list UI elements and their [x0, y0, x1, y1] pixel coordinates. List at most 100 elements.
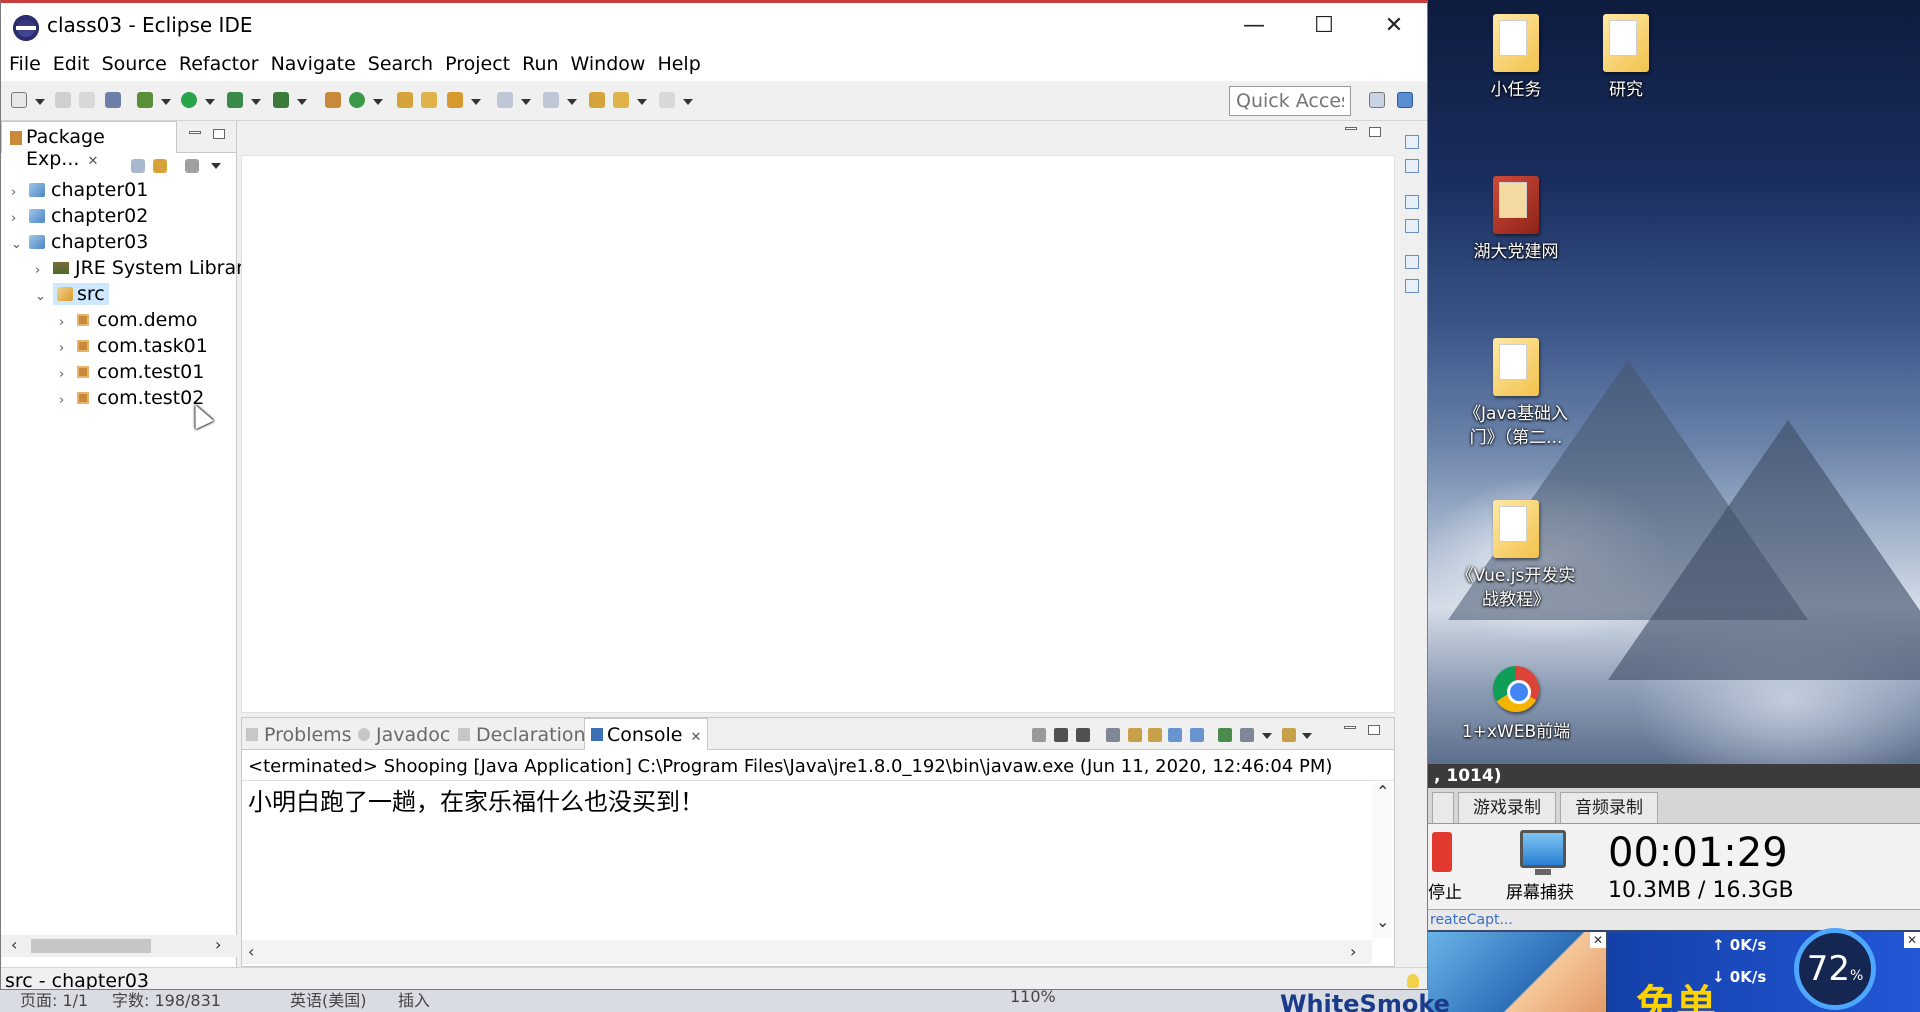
maximize-view-icon[interactable] [213, 129, 225, 139]
open-console-icon[interactable] [1282, 728, 1296, 742]
minimize-button[interactable]: — [1219, 3, 1289, 49]
external-tools-icon[interactable] [273, 92, 289, 108]
console-output[interactable]: 小明白跑了一趟，在家乐福什么也没买到！ [248, 782, 704, 817]
scroll-right-icon[interactable]: › [215, 935, 221, 954]
collapse-all-icon[interactable] [131, 159, 145, 173]
desktop-icon-xiaorenwu[interactable]: 小任务 [1456, 14, 1576, 102]
tab-console[interactable]: Console ✕ [584, 718, 709, 750]
remove-all-terminated-icon[interactable] [1076, 728, 1090, 742]
coverage-icon[interactable] [227, 92, 243, 108]
menu-search[interactable]: Search [368, 49, 439, 81]
ad-close-icon[interactable]: ✕ [1590, 932, 1606, 948]
menu-help[interactable]: Help [657, 49, 706, 81]
menu-navigate[interactable]: Navigate [271, 49, 362, 81]
chevron-down-icon[interactable]: ⌄ [11, 232, 22, 258]
desktop-icon-java-book[interactable]: 《Java基础入门》（第二... [1456, 338, 1576, 450]
menu-refactor[interactable]: Refactor [179, 49, 265, 81]
scroll-right-icon[interactable]: › [1350, 942, 1356, 961]
forward-icon[interactable] [659, 92, 675, 108]
focus-icon[interactable] [185, 159, 199, 173]
editor-canvas[interactable] [241, 155, 1395, 713]
open-perspective-icon[interactable] [1369, 92, 1385, 108]
outline-icon[interactable] [1405, 159, 1419, 173]
save-all-icon[interactable] [79, 92, 95, 108]
new-java-class-icon[interactable] [349, 92, 365, 108]
open-task-icon[interactable] [421, 92, 437, 108]
menu-window[interactable]: Window [571, 49, 652, 81]
chevron-right-icon[interactable]: › [59, 388, 69, 414]
tree-item-com-test02[interactable]: › com.test02 [59, 385, 204, 411]
chevron-down-icon[interactable] [1262, 733, 1272, 739]
restore-icon[interactable] [1405, 135, 1419, 149]
tree-item-com-test01[interactable]: › com.test01 [59, 359, 204, 385]
back-icon[interactable] [613, 92, 629, 108]
chevron-down-icon[interactable] [297, 99, 307, 105]
open-type-icon[interactable] [397, 92, 413, 108]
menu-source[interactable]: Source [102, 49, 173, 81]
scroll-down-icon[interactable]: ⌄ [1376, 912, 1389, 931]
horizontal-scrollbar[interactable]: ‹ › [242, 940, 1372, 964]
maximize-view-icon[interactable] [1368, 725, 1380, 735]
tree-item-com-demo[interactable]: › com.demo [59, 307, 198, 333]
stop-label[interactable]: 停止 [1428, 878, 1462, 903]
new-icon[interactable] [11, 92, 27, 108]
minimize-editor-icon[interactable] [1345, 127, 1357, 130]
run-icon[interactable] [181, 92, 197, 108]
chevron-down-icon[interactable] [471, 99, 481, 105]
advertisement-left[interactable]: ✕ [1428, 932, 1606, 1012]
stop-icon[interactable] [1432, 832, 1452, 872]
scroll-left-icon[interactable]: ‹ [248, 942, 254, 961]
menu-run[interactable]: Run [522, 49, 564, 81]
desktop-icon-web-frontend[interactable]: 1+xWEB前端 [1456, 660, 1576, 744]
desktop-icon-vue-book[interactable]: 《Vue.js开发实战教程》 [1456, 500, 1576, 612]
debug-icon[interactable] [137, 92, 153, 108]
chevron-down-icon[interactable] [683, 99, 693, 105]
monitor-icon[interactable] [1520, 830, 1566, 875]
show-on-stderr-icon[interactable] [1190, 728, 1204, 742]
tree-item-chapter03[interactable]: ⌄ chapter03 [11, 229, 148, 255]
tree-item-chapter02[interactable]: › chapter02 [11, 203, 148, 229]
tree-item-jre-system-library[interactable]: › JRE System Library [35, 255, 255, 281]
link-with-editor-icon[interactable] [153, 159, 167, 173]
scrollbar-thumb[interactable] [31, 939, 151, 953]
tab-problems[interactable]: Problems [246, 724, 352, 746]
hierarchy-icon[interactable] [1405, 279, 1419, 293]
maximize-editor-icon[interactable] [1369, 127, 1381, 137]
desktop-icon-hudadangjian[interactable]: 湖大党建网 [1456, 176, 1576, 264]
show-on-stdout-icon[interactable] [1168, 728, 1182, 742]
tree-item-com-task01[interactable]: › com.task01 [59, 333, 208, 359]
menu-edit[interactable]: Edit [53, 49, 96, 81]
java-perspective-icon[interactable] [1397, 92, 1413, 108]
clear-console-icon[interactable] [1106, 728, 1120, 742]
capture-label[interactable]: 屏幕捕获 [1506, 878, 1574, 903]
chevron-down-icon[interactable] [35, 99, 45, 105]
chevron-down-icon[interactable] [1302, 733, 1312, 739]
tab-package-explorer[interactable]: Package Exp... ✕ [1, 121, 177, 170]
vertical-scrollbar[interactable]: ⌃ ⌄ [1372, 782, 1392, 938]
pin-console-icon[interactable] [1218, 728, 1232, 742]
menu-file[interactable]: File [9, 49, 47, 81]
title-bar[interactable]: class03 - Eclipse IDE — ☐ ✕ [1, 3, 1427, 49]
recorder-tab-screen[interactable] [1432, 792, 1454, 823]
previous-annotation-icon[interactable] [543, 92, 559, 108]
task-list-icon[interactable] [1405, 219, 1419, 233]
scroll-left-icon[interactable]: ‹ [11, 935, 17, 954]
close-icon[interactable]: ✕ [690, 730, 701, 745]
quick-access-input[interactable] [1229, 86, 1351, 116]
view-menu-icon[interactable] [211, 163, 221, 169]
tree-item-selected[interactable]: src [53, 283, 109, 305]
tree-item-chapter01[interactable]: › chapter01 [11, 177, 148, 203]
horizontal-scrollbar[interactable]: ‹ › [1, 935, 237, 957]
next-annotation-icon[interactable] [497, 92, 513, 108]
skip-breakpoints-icon[interactable] [105, 92, 121, 108]
tab-declaration[interactable]: Declaration [458, 724, 586, 746]
scroll-lock-icon[interactable] [1128, 728, 1142, 742]
tree-item-src[interactable]: ⌄ src [35, 281, 109, 307]
save-icon[interactable] [55, 92, 71, 108]
restore-icon[interactable] [1405, 255, 1419, 269]
desktop-icon-yanjiu[interactable]: 研究 [1566, 14, 1686, 102]
tab-javadoc[interactable]: Javadoc [358, 724, 450, 746]
chevron-down-icon[interactable] [205, 99, 215, 105]
chevron-down-icon[interactable] [251, 99, 261, 105]
new-java-package-icon[interactable] [325, 92, 341, 108]
